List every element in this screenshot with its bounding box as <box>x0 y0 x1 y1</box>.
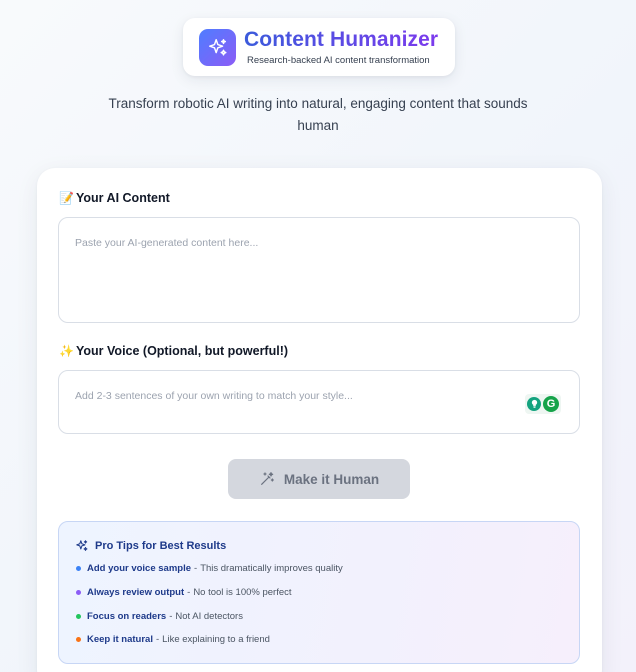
pro-tips-panel: Pro Tips for Best Results Add your voice… <box>58 521 580 664</box>
logo-badge <box>199 29 236 66</box>
tip-desc: Not AI detectors <box>175 611 243 622</box>
grammarly-icon[interactable]: G <box>543 396 559 412</box>
voice-textarea[interactable]: Add 2-3 sentences of your own writing to… <box>58 370 580 434</box>
tagline: Transform robotic AI writing into natura… <box>108 96 528 133</box>
make-it-human-label: Make it Human <box>283 471 380 487</box>
tips-title-text: Pro Tips for Best Results <box>95 540 227 552</box>
tip-bullet <box>76 566 81 571</box>
voice-label: ✨ Your Voice (Optional, but powerful!) <box>59 344 288 358</box>
tip-item: Focus on readers - Not AI detectors <box>76 611 243 622</box>
tip-desc: This dramatically improves quality <box>200 563 343 574</box>
tip-bullet <box>76 614 81 619</box>
tip-desc: No tool is 100% perfect <box>193 587 292 598</box>
tip-separator: - <box>194 563 198 574</box>
voice-placeholder: Add 2-3 sentences of your own writing to… <box>75 390 353 402</box>
tip-strong: Always review output <box>87 587 185 598</box>
tip-separator: - <box>169 611 173 622</box>
app-title: Content Humanizer <box>244 28 439 51</box>
sparkles-icon <box>76 540 88 551</box>
main-card: 📝 Your AI Content Paste your AI-generate… <box>37 168 602 672</box>
app-subtitle: Research-backed AI content transformatio… <box>247 55 430 66</box>
ai-content-label: 📝 Your AI Content <box>59 191 170 205</box>
ai-content-label-text: Your AI Content <box>76 191 170 205</box>
sparkles-icon <box>208 38 227 56</box>
tip-item: Always review output - No tool is 100% p… <box>76 587 292 598</box>
tip-strong: Keep it natural <box>87 634 153 645</box>
extension-icons: G <box>525 394 561 414</box>
ai-content-textarea[interactable]: Paste your AI-generated content here... <box>58 217 580 323</box>
lightbulb-icon[interactable] <box>527 397 541 411</box>
tip-item: Keep it natural - Like explaining to a f… <box>76 634 270 645</box>
tip-desc: Like explaining to a friend <box>162 634 270 645</box>
header-card: Content Humanizer Research-backed AI con… <box>183 18 455 76</box>
magic-wand-icon <box>260 472 274 485</box>
voice-label-text: Your Voice (Optional, but powerful!) <box>76 344 289 358</box>
sparkles-emoji-icon: ✨ <box>59 344 74 358</box>
page: Content Humanizer Research-backed AI con… <box>0 0 636 672</box>
tip-strong: Focus on readers <box>87 611 167 622</box>
memo-icon: 📝 <box>59 191 74 205</box>
tips-title: Pro Tips for Best Results <box>75 539 226 553</box>
tip-separator: - <box>156 634 160 645</box>
tip-strong: Add your voice sample <box>87 563 192 574</box>
tip-bullet <box>76 637 81 642</box>
ai-content-placeholder: Paste your AI-generated content here... <box>75 237 259 249</box>
make-it-human-button[interactable]: Make it Human <box>228 459 410 499</box>
tip-separator: - <box>187 587 191 598</box>
tip-item: Add your voice sample - This dramaticall… <box>76 563 343 574</box>
tip-bullet <box>76 590 81 595</box>
